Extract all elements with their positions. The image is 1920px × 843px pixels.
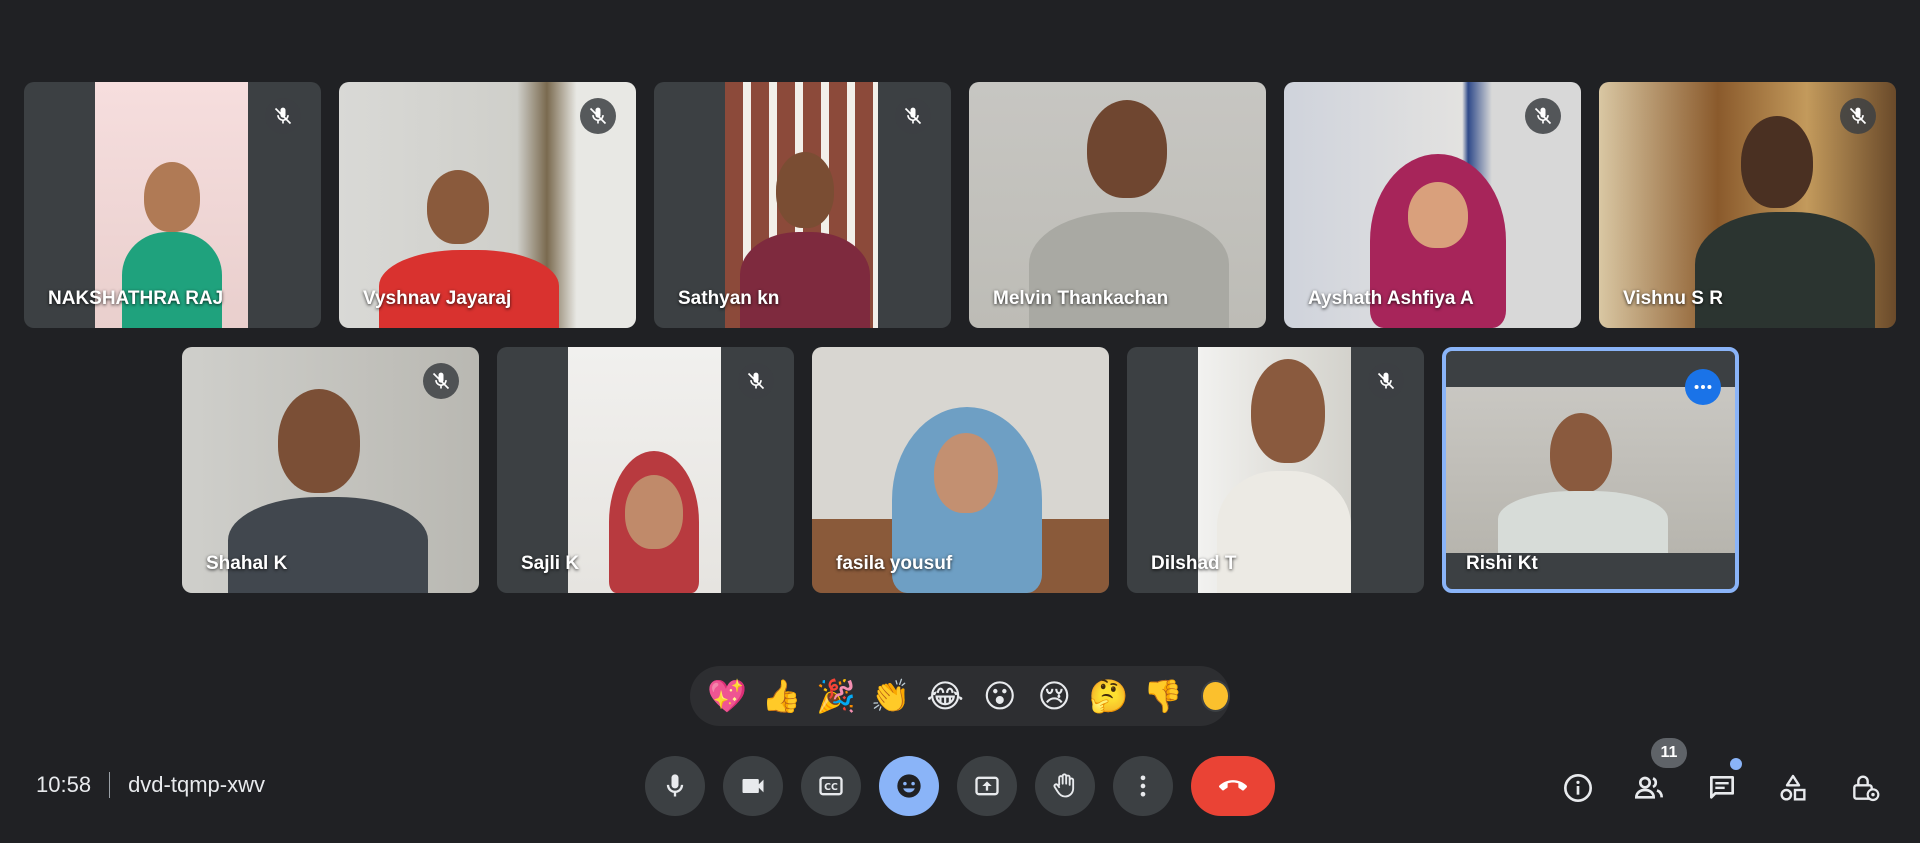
host-controls-button[interactable] <box>1843 766 1887 810</box>
participant-tile[interactable]: Shahal K <box>182 347 479 593</box>
captions-button[interactable]: CC <box>801 756 861 816</box>
camera-button[interactable] <box>723 756 783 816</box>
reaction-crying[interactable]: 😢 <box>1027 670 1082 722</box>
reaction-party-popper[interactable]: 🎉 <box>809 670 864 722</box>
present-button[interactable] <box>957 756 1017 816</box>
more-options-icon <box>1140 775 1146 797</box>
emoji-icon <box>897 774 921 798</box>
mic-off-icon <box>265 98 301 134</box>
meeting-time: 10:58 <box>36 772 92 797</box>
microphone-button[interactable] <box>645 756 705 816</box>
info-icon <box>1564 774 1592 802</box>
participant-tile[interactable]: fasila yousuf <box>812 347 1109 593</box>
svg-text:CC: CC <box>824 782 838 793</box>
divider <box>109 772 111 798</box>
participant-name: Sathyan kn <box>678 288 780 309</box>
participant-tile[interactable]: Vyshnav Jayaraj <box>339 82 636 328</box>
participant-name: Sajli K <box>521 553 580 574</box>
reaction-thinking[interactable]: 🤔 <box>1082 670 1137 722</box>
present-icon <box>975 776 999 796</box>
reaction-thumbs-up[interactable]: 👍 <box>755 670 810 722</box>
more-options-button[interactable] <box>1113 756 1173 816</box>
mic-icon <box>666 774 684 797</box>
meeting-info: 10:58 dvd-tqmp-xwv <box>36 772 265 798</box>
people-button[interactable] <box>1627 766 1671 810</box>
mic-off-icon <box>580 98 616 134</box>
participant-name: NAKSHATHRA RAJ <box>48 288 224 309</box>
participant-tile[interactable]: Vishnu S R <box>1599 82 1896 328</box>
skin-tone-selector[interactable] <box>1200 680 1230 712</box>
host-controls-icon <box>1853 775 1880 802</box>
mic-off-icon <box>895 98 931 134</box>
mic-off-icon <box>423 363 459 399</box>
participant-name: Vishnu S R <box>1623 288 1723 309</box>
participant-name: Melvin Thankachan <box>993 288 1169 309</box>
mic-off-icon <box>1525 98 1561 134</box>
participant-name: Dilshad T <box>1151 553 1237 574</box>
participant-tile[interactable]: Sathyan kn <box>654 82 951 328</box>
self-view-tile[interactable]: Rishi Kt <box>1442 347 1739 593</box>
raise-hand-button[interactable] <box>1035 756 1095 816</box>
reaction-sparkling-heart[interactable]: 💖 <box>700 670 755 722</box>
mic-off-icon <box>1840 98 1876 134</box>
raise-hand-icon <box>1053 773 1075 798</box>
leave-call-icon <box>1219 780 1247 791</box>
reactions-button[interactable] <box>879 756 939 816</box>
participant-name: Ayshath Ashfiya A <box>1308 288 1474 309</box>
chat-icon <box>1710 776 1734 799</box>
reaction-surprised[interactable]: 😮 <box>973 670 1028 722</box>
participant-name: Rishi Kt <box>1466 553 1538 574</box>
participant-tile[interactable]: NAKSHATHRA RAJ <box>24 82 321 328</box>
reaction-clapping[interactable]: 👏 <box>864 670 919 722</box>
camera-icon <box>742 779 764 793</box>
reaction-tears-of-joy[interactable]: 😂 <box>918 670 973 722</box>
leave-call-button[interactable] <box>1191 756 1275 816</box>
activities-button[interactable] <box>1771 766 1815 810</box>
participant-tile[interactable]: Melvin Thankachan <box>969 82 1266 328</box>
more-options-icon[interactable] <box>1685 369 1721 405</box>
unread-indicator <box>1730 758 1742 770</box>
chat-button[interactable] <box>1700 766 1744 810</box>
participant-tile[interactable]: Ayshath Ashfiya A <box>1284 82 1581 328</box>
activities-icon <box>1780 774 1806 801</box>
captions-icon: CC <box>819 776 843 796</box>
people-icon <box>1634 776 1663 799</box>
participant-name: fasila yousuf <box>836 553 953 574</box>
reaction-thumbs-down[interactable]: 👎 <box>1136 670 1191 722</box>
meeting-code: dvd-tqmp-xwv <box>128 772 265 797</box>
reactions-bar: 💖 👍 🎉 👏 😂 😮 😢 🤔 👎 <box>690 666 1230 726</box>
participant-name: Shahal K <box>206 553 288 574</box>
mic-off-icon <box>1368 363 1404 399</box>
mic-off-icon <box>738 363 774 399</box>
participant-tile[interactable]: Sajli K <box>497 347 794 593</box>
meeting-details-button[interactable] <box>1556 766 1600 810</box>
participant-name: Vyshnav Jayaraj <box>363 288 512 309</box>
people-count-badge: 11 <box>1651 738 1687 768</box>
participant-tile[interactable]: Dilshad T <box>1127 347 1424 593</box>
